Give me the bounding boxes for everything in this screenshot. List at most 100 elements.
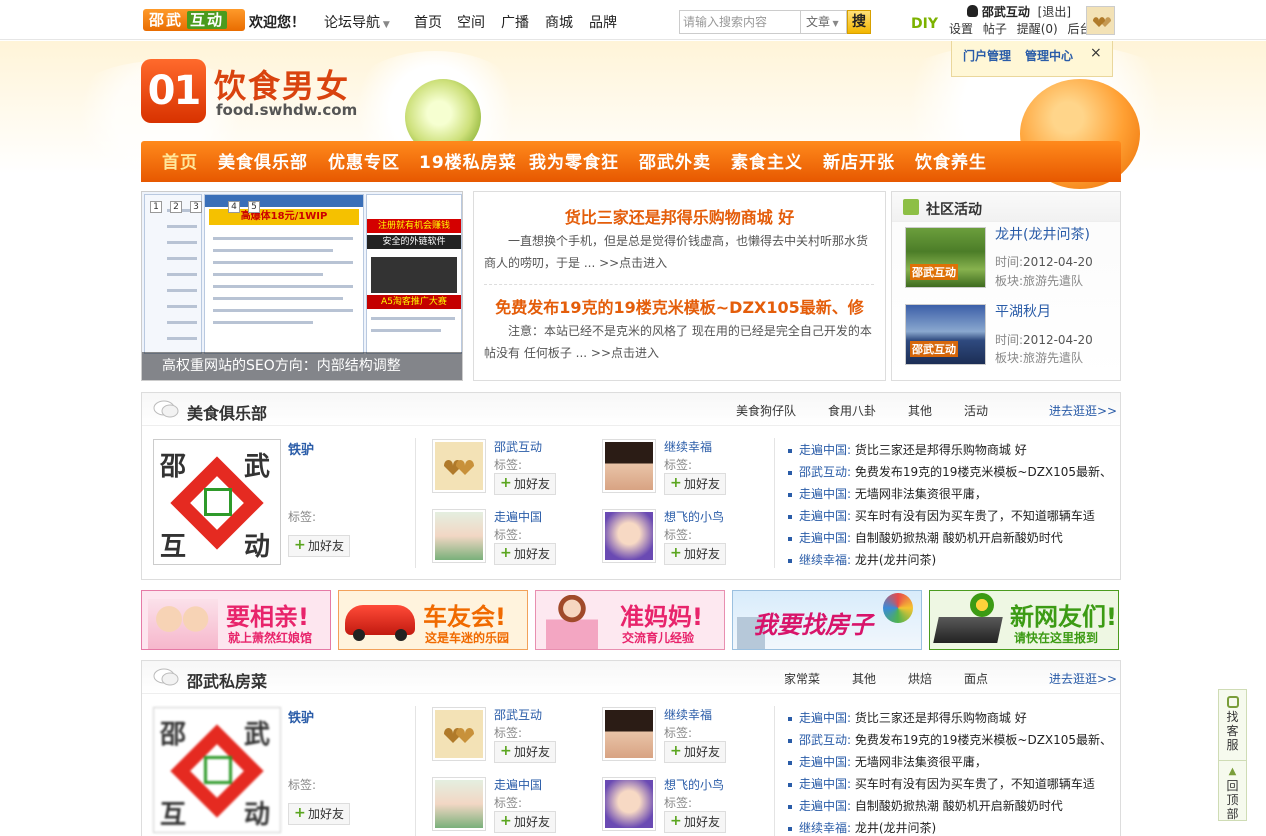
avatar[interactable] (602, 439, 656, 493)
section-tab[interactable]: 食用八卦 (828, 402, 876, 419)
avatar[interactable] (1086, 6, 1115, 35)
mainnav-item-new-shops[interactable]: 新店开张 (823, 148, 895, 173)
list-item[interactable]: 走遍中国: 自制酸奶掀热潮 酸奶机开启新酸奶时代 (788, 797, 1063, 814)
featured-user-image[interactable]: 邵 武 互 动 (153, 707, 281, 833)
mainnav-item-discount[interactable]: 优惠专区 (328, 148, 400, 173)
section-tab[interactable]: 其他 (908, 402, 932, 419)
add-friend-button[interactable]: + 加好友 (288, 803, 350, 825)
promo-banner-dating[interactable]: 要相亲! 就上萧然红娘馆 (141, 590, 331, 650)
topnav-item-brand[interactable]: 品牌 (589, 12, 617, 32)
user-name[interactable]: 走遍中国 (494, 508, 542, 525)
featured-user-name[interactable]: 铁驴 (288, 707, 314, 726)
slider-dot-5[interactable]: 5 (248, 201, 260, 213)
slider-dot-4[interactable]: 4 (228, 201, 240, 213)
search-type-select[interactable]: 文章 ▼ (801, 10, 847, 34)
avatar[interactable] (432, 707, 486, 761)
topnav-item-broadcast[interactable]: 广播 (501, 12, 529, 32)
add-friend-button[interactable]: + 加好友 (664, 473, 726, 495)
close-icon[interactable]: × (1090, 45, 1102, 61)
section-more-link[interactable]: 进去逛逛>> (1049, 670, 1117, 687)
section-tab[interactable]: 其他 (852, 670, 876, 687)
news-summary-2[interactable]: 注意：本站已经不是克米的风格了 现在用的已经是完全自己开发的本帖没有 任何板子 … (484, 320, 876, 364)
search-input[interactable]: 请输入搜索内容 (679, 10, 801, 34)
add-friend-button[interactable]: + 加好友 (664, 811, 726, 833)
list-item[interactable]: 继续幸福: 龙井(龙井问茶) (788, 551, 936, 568)
topnav-item-mall[interactable]: 商城 (545, 12, 573, 32)
list-item[interactable]: 走遍中国: 买车时有没有因为买车贵了，不知道哪辆车适 (788, 775, 1095, 792)
add-friend-button[interactable]: + 加好友 (664, 543, 726, 565)
list-item[interactable]: 走遍中国: 无墙网非法集资很平庸， (788, 753, 987, 770)
mainnav-item-food-club[interactable]: 美食俱乐部 (218, 148, 308, 173)
settings-link[interactable]: 设置 (949, 22, 973, 36)
list-item[interactable]: 走遍中国: 买车时有没有因为买车贵了，不知道哪辆车适 (788, 507, 1095, 524)
notice-link[interactable]: 提醒(0) (1017, 22, 1058, 36)
promo-banner-mom[interactable]: 准妈妈! 交流育儿经验 (535, 590, 725, 650)
list-item[interactable]: 走遍中国: 货比三家还是邦得乐购物商城 好 (788, 709, 1027, 726)
promo-banner-new-users[interactable]: 新网友们! 请快在这里报到 (929, 590, 1119, 650)
mainnav-item-takeout[interactable]: 邵武外卖 (639, 148, 711, 173)
avatar[interactable] (602, 509, 656, 563)
image-slider[interactable]: 高爆体18元/1WIP 注册就有机会赚钱 安全的外链软件 A5淘客推广大赛 高权… (141, 191, 463, 381)
user-name[interactable]: 想飞的小鸟 (664, 508, 724, 525)
section-tab[interactable]: 活动 (964, 402, 988, 419)
avatar[interactable] (432, 439, 486, 493)
featured-user-name[interactable]: 铁驴 (288, 439, 314, 458)
back-to-top-button[interactable]: ▲ 回顶部 (1219, 760, 1246, 821)
slide-caption[interactable]: 高权重网站的SEO方向：内部结构调整 (142, 352, 462, 380)
posts-link[interactable]: 帖子 (983, 22, 1007, 36)
list-item[interactable]: 走遍中国: 自制酸奶掀热潮 酸奶机开启新酸奶时代 (788, 529, 1063, 546)
list-item[interactable]: 继续幸福: 龙井(龙井问茶) (788, 819, 936, 836)
avatar[interactable] (432, 777, 486, 831)
slider-dot-3[interactable]: 3 (190, 201, 202, 213)
promo-banner-house[interactable]: 我要找房子 (732, 590, 922, 650)
news-title-1[interactable]: 货比三家还是邦得乐购物商城 好 (474, 204, 885, 228)
section-more-link[interactable]: 进去逛逛>> (1049, 402, 1117, 419)
add-friend-button[interactable]: + 加好友 (494, 811, 556, 833)
add-friend-button[interactable]: + 加好友 (494, 473, 556, 495)
mainnav-item-home[interactable]: 首页 (162, 148, 198, 173)
section-tab[interactable]: 家常菜 (784, 670, 820, 687)
logout-link[interactable]: [退出] (1038, 5, 1071, 19)
admin-center-link[interactable]: 管理中心 (1025, 47, 1073, 64)
section-tab[interactable]: 美食狗仔队 (736, 402, 796, 419)
activity-image-2[interactable]: 邵武互动 (905, 304, 986, 365)
forum-nav-dropdown[interactable]: 论坛导航 ▼ (324, 12, 390, 32)
avatar[interactable] (602, 707, 656, 761)
promo-banner-car-club[interactable]: 车友会! 这是车迷的乐园 (338, 590, 528, 650)
slider-dot-1[interactable]: 1 (150, 201, 162, 213)
username-link[interactable]: 邵武互动 (982, 5, 1030, 19)
user-name[interactable]: 邵武互动 (494, 706, 542, 723)
list-item[interactable]: 走遍中国: 无墙网非法集资很平庸， (788, 485, 987, 502)
activity-image-1[interactable]: 邵武互动 (905, 227, 986, 288)
add-friend-button[interactable]: + 加好友 (664, 741, 726, 763)
user-name[interactable]: 想飞的小鸟 (664, 776, 724, 793)
user-name[interactable]: 走遍中国 (494, 776, 542, 793)
list-item[interactable]: 走遍中国: 货比三家还是邦得乐购物商城 好 (788, 441, 1027, 458)
user-name[interactable]: 继续幸福 (664, 438, 712, 455)
section-tab[interactable]: 面点 (964, 670, 988, 687)
mainnav-item-snacks[interactable]: 我为零食狂 (529, 148, 619, 173)
topnav-item-space[interactable]: 空间 (457, 12, 485, 32)
add-friend-button[interactable]: + 加好友 (494, 741, 556, 763)
topnav-item-home[interactable]: 首页 (414, 12, 442, 32)
user-name[interactable]: 继续幸福 (664, 706, 712, 723)
slider-dot-2[interactable]: 2 (170, 201, 182, 213)
list-item[interactable]: 邵武互动: 免费发布19克的19楼克米模板~DZX105最新、 (788, 731, 1112, 748)
site-logo[interactable]: 01 (141, 59, 206, 123)
user-name[interactable]: 邵武互动 (494, 438, 542, 455)
featured-user-image[interactable]: 邵 武 互 动 (153, 439, 281, 565)
news-title-2[interactable]: 免费发布19克的19楼克米模板~DZX105最新、修 (474, 294, 885, 318)
portal-admin-link[interactable]: 门户管理 (963, 47, 1011, 64)
list-item[interactable]: 邵武互动: 免费发布19克的19楼克米模板~DZX105最新、 (788, 463, 1112, 480)
diy-button[interactable]: DIY (911, 16, 938, 32)
mainnav-item-vegetarian[interactable]: 素食主义 (731, 148, 803, 173)
activity-title-2[interactable]: 平湖秋月 (995, 301, 1051, 321)
customer-service-button[interactable]: 找客服 (1219, 696, 1246, 752)
site-mini-logo[interactable]: 邵武 互动 (143, 9, 245, 31)
avatar[interactable] (602, 777, 656, 831)
add-friend-button[interactable]: + 加好友 (494, 543, 556, 565)
add-friend-button[interactable]: + 加好友 (288, 535, 350, 557)
mainnav-item-private-kitchen[interactable]: 19楼私房菜 (419, 148, 517, 173)
avatar[interactable] (432, 509, 486, 563)
news-summary-1[interactable]: 一直想换个手机，但是总是觉得价钱虚高，也懒得去中关村听那水货商人的唠叨，于是 .… (484, 230, 876, 274)
